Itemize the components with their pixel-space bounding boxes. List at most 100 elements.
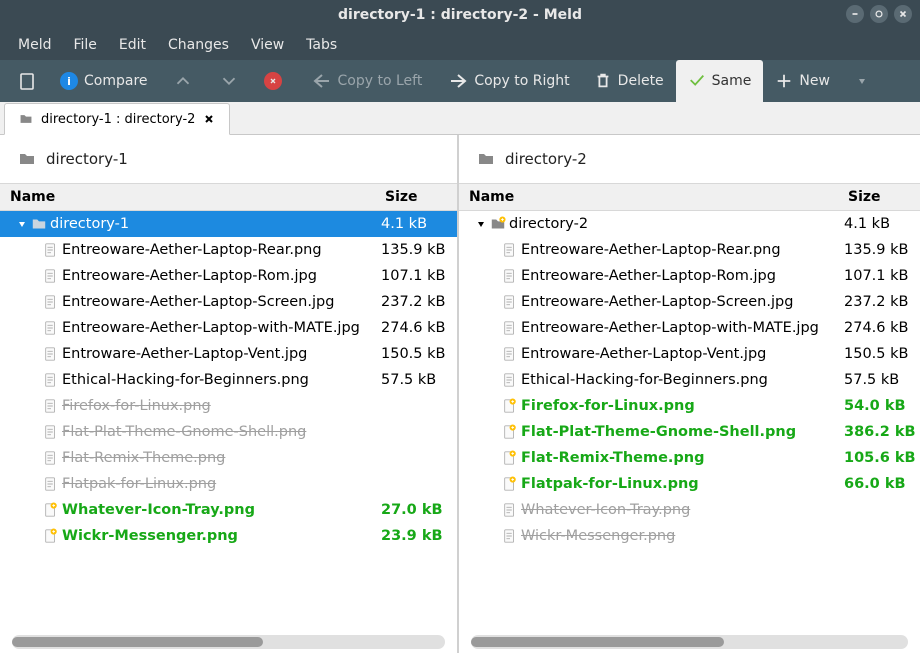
file-row[interactable]: Entreoware-Aether-Laptop-Rom.jpg107.1 kB xyxy=(459,263,920,289)
stop-button[interactable] xyxy=(252,60,294,102)
col-name[interactable]: Name xyxy=(459,189,844,205)
copy-to-right-button[interactable]: Copy to Right xyxy=(434,60,581,102)
file-name: Firefox-for-Linux.png xyxy=(521,398,695,414)
file-name: Entreoware-Aether-Laptop-Screen.jpg xyxy=(62,294,334,310)
file-row[interactable]: Wickr-Messenger.png xyxy=(459,523,920,549)
folder-icon xyxy=(477,150,495,168)
col-size[interactable]: Size xyxy=(381,189,457,205)
pane-header[interactable]: directory-2 xyxy=(459,135,920,183)
menu-view[interactable]: View xyxy=(241,32,294,58)
file-name: Wickr-Messenger.png xyxy=(521,528,675,544)
file-size: 150.5 kB xyxy=(844,346,920,362)
grid-body[interactable]: directory-24.1 kBEntreoware-Aether-Lapto… xyxy=(459,211,920,635)
file-name: Flat-Plat-Theme-Gnome-Shell.png xyxy=(521,424,796,440)
next-change-button[interactable] xyxy=(206,60,252,102)
grid-header[interactable]: NameSize xyxy=(459,183,920,211)
scrollbar-thumb[interactable] xyxy=(12,637,263,647)
grid-body[interactable]: directory-1 4.1 kB Entreoware-Aether-Lapto… xyxy=(0,211,457,635)
expander-icon[interactable] xyxy=(16,218,28,230)
new-comparison-button[interactable] xyxy=(6,60,48,102)
delete-label: Delete xyxy=(618,73,664,89)
file-icon xyxy=(43,294,59,310)
same-label: Same xyxy=(712,73,752,89)
file-row[interactable]: Firefox-for-Linux.png xyxy=(0,393,457,419)
toolbar-overflow-button[interactable] xyxy=(842,60,882,102)
menu-meld[interactable]: Meld xyxy=(8,32,61,58)
compare-button[interactable]: i Compare xyxy=(48,60,160,102)
file-size: 105.6 kB xyxy=(844,450,920,466)
col-name[interactable]: Name xyxy=(0,189,381,205)
folder-size: 4.1 kB xyxy=(381,216,457,232)
folder-name: directory-1 xyxy=(50,216,129,232)
maximize-button[interactable] xyxy=(870,5,888,23)
file-icon xyxy=(43,424,59,440)
file-icon xyxy=(502,320,518,336)
file-row[interactable]: Entreoware-Aether-Laptop-Rom.jpg107.1 kB xyxy=(0,263,457,289)
file-row[interactable]: Wickr-Messenger.png 23.9 kB xyxy=(0,523,457,549)
file-icon xyxy=(43,242,59,258)
new-button[interactable]: New xyxy=(763,60,842,102)
copy-to-left-button[interactable]: Copy to Left xyxy=(298,60,435,102)
file-row[interactable]: Flatpak-for-Linux.png xyxy=(0,471,457,497)
app-window: directory-1 : directory-2 - Meld Meld Fi… xyxy=(0,0,920,653)
file-name: Entroware-Aether-Laptop-Vent.jpg xyxy=(62,346,307,362)
file-row[interactable]: Entroware-Aether-Laptop-Vent.jpg150.5 kB xyxy=(0,341,457,367)
grid-header[interactable]: NameSize xyxy=(0,183,457,211)
file-row[interactable]: Whatever-Icon-Tray.png27.0 kB xyxy=(0,497,457,523)
same-button[interactable]: Same xyxy=(676,60,764,102)
file-size: 66.0 kB xyxy=(844,476,920,492)
file-name: Wickr-Messenger.png xyxy=(62,528,238,544)
prev-change-button[interactable] xyxy=(160,60,206,102)
file-row[interactable]: Ethical-Hacking-for-Beginners.png57.5 kB xyxy=(459,367,920,393)
scrollbar-thumb[interactable] xyxy=(471,637,724,647)
file-row[interactable]: Entreoware-Aether-Laptop-with-MATE.jpg27… xyxy=(459,315,920,341)
file-row[interactable]: Entroware-Aether-Laptop-Vent.jpg150.5 kB xyxy=(459,341,920,367)
tabstrip: directory-1 : directory-2 xyxy=(0,102,920,135)
menu-changes[interactable]: Changes xyxy=(158,32,239,58)
file-row[interactable]: Entreoware-Aether-Laptop-Screen.jpg237.2… xyxy=(0,289,457,315)
pane-header[interactable]: directory-1 xyxy=(0,135,457,183)
menu-edit[interactable]: Edit xyxy=(109,32,156,58)
file-row[interactable]: Entreoware-Aether-Laptop-Screen.jpg237.2… xyxy=(459,289,920,315)
file-row[interactable]: Flat-Plat-Theme-Gnome-Shell.png386.2 kB xyxy=(459,419,920,445)
check-icon xyxy=(688,72,706,90)
horizontal-scrollbar[interactable] xyxy=(471,635,908,649)
file-icon xyxy=(502,294,518,310)
col-size[interactable]: Size xyxy=(844,189,920,205)
tab-close-icon[interactable] xyxy=(203,113,215,125)
file-row[interactable]: Whatever-Icon-Tray.png xyxy=(459,497,920,523)
file-row[interactable]: Entreoware-Aether-Laptop-Rear.png135.9 k… xyxy=(459,237,920,263)
close-button[interactable] xyxy=(894,5,912,23)
menu-file[interactable]: File xyxy=(63,32,106,58)
horizontal-scrollbar[interactable] xyxy=(12,635,445,649)
file-size: 135.9 kB xyxy=(844,242,920,258)
folder-row[interactable]: directory-1 4.1 kB xyxy=(0,211,457,237)
pane-dirname: directory-1 xyxy=(46,150,128,168)
file-name: Whatever-Icon-Tray.png xyxy=(521,502,690,518)
delete-button[interactable]: Delete xyxy=(582,60,676,102)
file-icon xyxy=(43,320,59,336)
file-row[interactable]: Flat-Remix-Theme.png xyxy=(0,445,457,471)
file-icon xyxy=(502,242,518,258)
file-row[interactable]: Flat-Remix-Theme.png105.6 kB xyxy=(459,445,920,471)
file-icon xyxy=(43,372,59,388)
file-size: 23.9 kB xyxy=(381,528,457,544)
file-row[interactable]: Ethical-Hacking-for-Beginners.png57.5 kB xyxy=(0,367,457,393)
copy-right-label: Copy to Right xyxy=(474,73,569,89)
titlebar[interactable]: directory-1 : directory-2 - Meld xyxy=(0,0,920,30)
file-row[interactable]: Flatpak-for-Linux.png66.0 kB xyxy=(459,471,920,497)
file-name: Firefox-for-Linux.png xyxy=(62,398,211,414)
expander-icon[interactable] xyxy=(475,218,487,230)
file-row[interactable]: Firefox-for-Linux.png54.0 kB xyxy=(459,393,920,419)
minimize-button[interactable] xyxy=(846,5,864,23)
file-row[interactable]: Entreoware-Aether-Laptop-Rear.png135.9 k… xyxy=(0,237,457,263)
file-row[interactable]: Entreoware-Aether-Laptop-with-MATE.jpg27… xyxy=(0,315,457,341)
folder-row[interactable]: directory-24.1 kB xyxy=(459,211,920,237)
file-size: 57.5 kB xyxy=(844,372,920,388)
file-icon xyxy=(502,268,518,284)
file-name: Ethical-Hacking-for-Beginners.png xyxy=(62,372,309,388)
folder-name: directory-2 xyxy=(509,216,588,232)
file-row[interactable]: Flat-Plat-Theme-Gnome-Shell.png xyxy=(0,419,457,445)
menu-tabs[interactable]: Tabs xyxy=(296,32,347,58)
tab[interactable]: directory-1 : directory-2 xyxy=(4,103,230,135)
